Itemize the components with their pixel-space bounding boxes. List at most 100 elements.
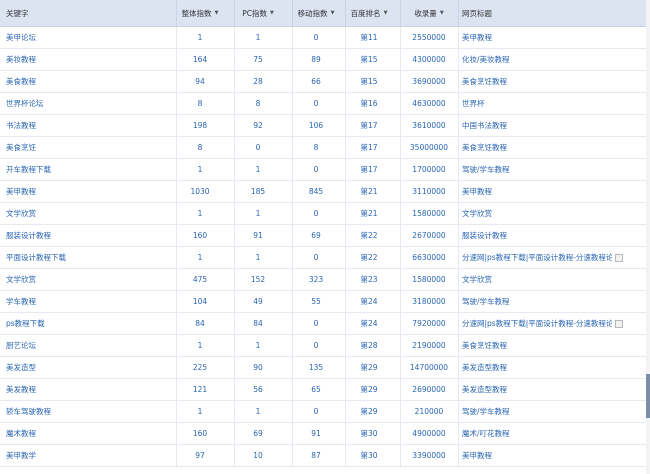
vertical-scrollbar[interactable]: [646, 0, 650, 474]
table-row[interactable]: 轿车驾驶教程 1 1 0 第29 210000 驾驶/学车教程: [0, 401, 646, 423]
column-divider: [458, 313, 459, 334]
column-divider: [458, 291, 459, 312]
column-header-pc-index[interactable]: PC指数 ▼: [234, 0, 282, 26]
column-divider: [176, 291, 177, 312]
table-row[interactable]: 魔术教程 160 69 91 第30 4900000 魔术/叮花教程: [0, 423, 646, 445]
column-divider: [345, 203, 346, 224]
column-divider: [292, 313, 293, 334]
column-divider: [176, 313, 177, 334]
table-row[interactable]: 平面设计教程下载 1 1 0 第22 6630000 分速网|ps教程下载|平面设计教程-分…: [0, 247, 646, 269]
table-row[interactable]: 世界杯论坛 8 8 0 第16 4630000 世界杯: [0, 93, 646, 115]
mobile-index-value: 87: [311, 451, 321, 460]
column-header-mobile-index-label: 移动指数: [297, 8, 328, 18]
column-header-page-title[interactable]: 网页标题: [462, 0, 612, 26]
total-index-value: 8: [197, 99, 203, 108]
keyword-link[interactable]: 美甲教学: [6, 445, 176, 466]
table-row[interactable]: 美发造型 225 90 135 第29 14700000 美发造型教程: [0, 357, 646, 379]
column-divider: [400, 401, 401, 422]
keyword-link[interactable]: 美食烹饪: [6, 137, 176, 158]
column-divider: [345, 181, 346, 202]
column-header-mobile-index[interactable]: 移动指数 ▼: [292, 0, 340, 26]
mobile-index-value: 0: [313, 209, 319, 218]
indexed-count-value: 4300000: [412, 55, 446, 64]
column-header-indexed[interactable]: 收录量 ▼: [400, 0, 458, 26]
column-divider: [292, 93, 293, 114]
table-row[interactable]: 美妆教程 164 75 89 第15 4300000 化妆/美妆教程: [0, 49, 646, 71]
table-row[interactable]: 文学欣赏 1 1 0 第21 1580000 文学欣赏: [0, 203, 646, 225]
column-divider: [400, 93, 401, 114]
indexed-count-value: 3390000: [412, 451, 446, 460]
row-checkbox[interactable]: [615, 253, 623, 262]
scrollbar-thumb[interactable]: [646, 374, 650, 418]
column-divider: [458, 203, 459, 224]
pc-index-value: 8: [255, 99, 261, 108]
keyword-link[interactable]: ps教程下载: [6, 313, 176, 334]
table-row[interactable]: 开车教程下载 1 1 0 第17 1700000 驾驶/学车教程: [0, 159, 646, 181]
pc-index-value: 28: [253, 77, 263, 86]
keyword-link[interactable]: 文学欣赏: [6, 269, 176, 290]
baidu-rank-value: 第17: [360, 165, 378, 174]
table-row[interactable]: ps教程下载 84 84 0 第24 7920000 分速网|ps教程下载|平面设计教程-分…: [0, 313, 646, 335]
table-row[interactable]: 厨艺论坛 1 1 0 第28 2190000 美食烹饪教程: [0, 335, 646, 357]
baidu-rank-value: 第29: [360, 407, 378, 416]
mobile-index-value: 0: [313, 407, 319, 416]
column-divider: [234, 137, 235, 158]
column-divider: [400, 225, 401, 246]
table-row[interactable]: 美食教程 94 28 66 第15 3690000 美食烹饪教程: [0, 71, 646, 93]
keyword-link[interactable]: 厨艺论坛: [6, 335, 176, 356]
keyword-link[interactable]: 学车教程: [6, 291, 176, 312]
column-divider: [400, 335, 401, 356]
keyword-link[interactable]: 开车教程下载: [6, 159, 176, 180]
keyword-link[interactable]: 服装设计教程: [6, 225, 176, 246]
indexed-count-value: 1580000: [412, 209, 446, 218]
keyword-link[interactable]: 美甲教程: [6, 181, 176, 202]
column-divider: [345, 159, 346, 180]
keyword-link[interactable]: 美甲论坛: [6, 27, 176, 48]
column-divider: [176, 225, 177, 246]
keyword-link[interactable]: 美发造型: [6, 357, 176, 378]
table-row[interactable]: 服装设计教程 160 91 69 第22 2670000 服装设计教程: [0, 225, 646, 247]
keyword-link[interactable]: 美食教程: [6, 71, 176, 92]
pc-index-value: 1: [255, 209, 261, 218]
indexed-count-value: 3690000: [412, 77, 446, 86]
column-divider: [234, 335, 235, 356]
table-row[interactable]: 美甲教学 97 10 87 第30 3390000 美甲教程: [0, 445, 646, 467]
keyword-link[interactable]: 文学欣赏: [6, 203, 176, 224]
column-divider: [345, 115, 346, 136]
table-row[interactable]: 美食烹饪 8 0 8 第17 35000000 美食烹饪教程: [0, 137, 646, 159]
table-row[interactable]: 美甲论坛 1 1 0 第11 2550000 美甲教程: [0, 27, 646, 49]
column-header-keyword[interactable]: 关键字: [6, 0, 176, 26]
column-divider: [176, 247, 177, 268]
column-divider: [176, 115, 177, 136]
column-divider: [292, 71, 293, 92]
keyword-link[interactable]: 书法教程: [6, 115, 176, 136]
keyword-link[interactable]: 美妆教程: [6, 49, 176, 70]
table-row[interactable]: 文学欣赏 475 152 323 第23 1580000 文学欣赏: [0, 269, 646, 291]
column-divider: [458, 357, 459, 378]
page-title-value: 分速网|ps教程下载|平面设计教程-分速教程论...: [462, 253, 612, 262]
indexed-count-value: 210000: [414, 407, 444, 416]
column-divider: [176, 137, 177, 158]
pc-index-value: 1: [255, 33, 261, 42]
row-checkbox[interactable]: [615, 319, 623, 328]
keyword-link[interactable]: 世界杯论坛: [6, 93, 176, 114]
keyword-link[interactable]: 轿车驾驶教程: [6, 401, 176, 422]
table-row[interactable]: 美发教程 121 56 65 第29 2690000 美发造型教程: [0, 379, 646, 401]
keyword-link[interactable]: 平面设计教程下载: [6, 247, 176, 268]
column-divider: [345, 137, 346, 158]
keyword-link[interactable]: 魔术教程: [6, 423, 176, 444]
table-row[interactable]: 美甲教程 1030 185 845 第21 3110000 美甲教程: [0, 181, 646, 203]
table-row[interactable]: 书法教程 198 92 106 第17 3610000 中国书法教程: [0, 115, 646, 137]
column-divider: [400, 71, 401, 92]
table-row[interactable]: 学车教程 104 49 55 第24 3180000 驾驶/学车教程: [0, 291, 646, 313]
column-divider: [458, 93, 459, 114]
mobile-index-value: 0: [313, 165, 319, 174]
mobile-index-value: 66: [311, 77, 321, 86]
column-header-baidu-rank[interactable]: 百度排名 ▼: [345, 0, 393, 26]
column-divider: [458, 137, 459, 158]
column-header-total-index[interactable]: 整体指数 ▼: [176, 0, 224, 26]
pc-index-value: 91: [253, 231, 263, 240]
total-index-value: 225: [192, 363, 208, 372]
keyword-link[interactable]: 美发教程: [6, 379, 176, 400]
column-divider: [458, 0, 459, 26]
